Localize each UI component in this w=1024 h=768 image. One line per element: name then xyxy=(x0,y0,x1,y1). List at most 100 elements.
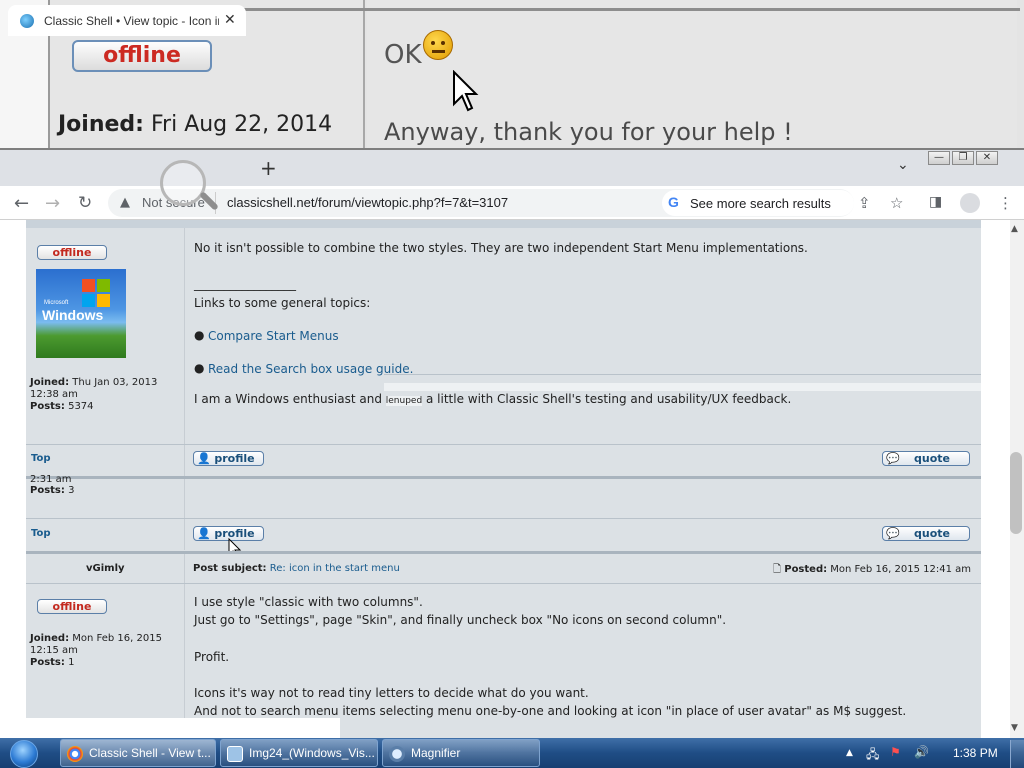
joined-value: Mon Feb 16, 2015 xyxy=(72,633,162,644)
profile-person-icon: 👤 xyxy=(197,452,211,465)
posts-count: 3 xyxy=(68,485,75,496)
post-2 xyxy=(26,479,981,551)
magnified-cursor-icon xyxy=(453,70,479,112)
taskbar-item-image[interactable]: Img24_(Windows_Vis... xyxy=(220,739,378,767)
minimize-button[interactable]: — xyxy=(928,151,950,165)
bullet-icon: ● xyxy=(194,328,205,342)
side-panel-icon[interactable]: ◨ xyxy=(929,194,942,210)
post-line: I use style "classic with two columns". xyxy=(194,595,423,609)
scrollbar-thumb[interactable] xyxy=(1010,452,1022,534)
taskbar-item-label: Classic Shell - View t... xyxy=(89,746,211,760)
offline-badge: offline xyxy=(37,245,107,260)
magnified-joined: Joined: Fri Aug 22, 2014 xyxy=(58,112,332,137)
taskbar-item-label: Magnifier xyxy=(411,746,461,760)
magnified-joined-label: Joined: xyxy=(58,112,144,137)
back-arrow-icon[interactable]: ← xyxy=(14,193,29,214)
post-date: 🗋 Posted: Mon Feb 16, 2015 12:41 am xyxy=(773,562,971,579)
new-tab-button[interactable]: + xyxy=(260,156,277,180)
joined-value: Thu Jan 03, 2013 xyxy=(72,377,158,388)
tab-close-icon[interactable]: ✕ xyxy=(224,11,236,28)
show-desktop-button[interactable] xyxy=(1010,740,1024,768)
magnifier-app-icon xyxy=(389,746,405,762)
network-icon[interactable]: 🖧 xyxy=(866,745,879,766)
posts-label: Posts: xyxy=(30,401,65,412)
post-line: Profit. xyxy=(194,650,230,664)
joined-label: Joined: xyxy=(30,377,70,388)
posts-info: Posts: 3 xyxy=(30,485,74,497)
close-window-button[interactable]: ✕ xyxy=(976,151,998,165)
post-1 xyxy=(26,220,981,478)
top-link[interactable]: Top xyxy=(31,453,51,464)
posts-count: 5374 xyxy=(68,401,94,412)
bookmark-star-icon[interactable]: ☆ xyxy=(890,194,903,212)
chrome-icon xyxy=(67,746,83,762)
post-body-line: No it isn't possible to combine the two … xyxy=(194,241,808,255)
avatar-brand: Microsoft xyxy=(44,300,69,306)
scroll-down-icon[interactable]: ▼ xyxy=(1011,723,1018,733)
magnifier-lens-icon xyxy=(160,160,206,206)
tab-strip xyxy=(0,150,1024,186)
tab-title: Classic Shell • View topic - Icon in the xyxy=(44,14,219,28)
avatar-windows-text: Windows xyxy=(42,307,104,323)
enthusiast-pre: I am a Windows enthusiast and xyxy=(194,392,386,406)
magnified-thanks-text: Anyway, thank you for your help ! xyxy=(384,118,793,146)
tab-search-chevron-icon[interactable]: ⌄ xyxy=(897,157,909,173)
joined-time: 12:15 am xyxy=(30,645,78,656)
warning-triangle-icon[interactable]: ▲ xyxy=(120,195,130,210)
taskbar-item-magnifier[interactable]: Magnifier xyxy=(382,739,540,767)
posted-value: Mon Feb 16, 2015 12:41 am xyxy=(830,564,972,575)
quote-button-label: quote xyxy=(914,452,950,465)
post-page-icon[interactable]: 🗋 xyxy=(773,564,781,575)
post-author[interactable]: vGimly xyxy=(86,563,125,574)
quote-button[interactable]: 💬 quote xyxy=(882,451,970,466)
joined-info: Joined: Mon Feb 16, 2015 12:15 am Posts:… xyxy=(30,633,162,669)
window-controls: — ❐ ✕ xyxy=(928,151,1020,167)
scroll-up-icon[interactable]: ▲ xyxy=(1011,224,1018,234)
magnified-ok-text: OK xyxy=(384,40,422,70)
windows-flag-icon xyxy=(82,279,110,307)
compare-start-menus-link[interactable]: Compare Start Menus xyxy=(208,327,339,345)
subject-link[interactable]: Re: icon in the start menu xyxy=(270,563,400,574)
taskbar-item-chrome[interactable]: Classic Shell - View t... xyxy=(60,739,216,767)
tab-classic-shell[interactable]: Classic Shell • View topic - Icon in the… xyxy=(8,5,246,36)
signature-rule: _________________ xyxy=(194,277,296,291)
post-subject: Post subject: Re: icon in the start menu xyxy=(193,563,400,574)
quote-bubble-icon: 💬 xyxy=(886,527,900,540)
enthusiast-post: a little with Classic Shell's testing an… xyxy=(422,392,792,406)
top-link[interactable]: Top xyxy=(31,528,51,539)
profile-avatar-icon[interactable] xyxy=(960,193,980,213)
google-side-search-chip[interactable]: G See more search results xyxy=(662,190,854,216)
posts-count: 1 xyxy=(68,657,75,668)
google-g-icon: G xyxy=(668,194,679,210)
post-line: Icons it's way not to read tiny letters … xyxy=(194,686,589,700)
google-side-search-label: See more search results xyxy=(690,196,831,211)
url-text[interactable]: classicshell.net/forum/viewtopic.php?f=7… xyxy=(227,195,508,210)
tray-expand-icon[interactable]: ▲ xyxy=(846,748,853,758)
search-guide-link[interactable]: Read the Search box usage guide. xyxy=(208,360,413,378)
restore-button[interactable]: ❐ xyxy=(952,151,974,165)
post-1-top-border xyxy=(26,220,981,228)
classic-shell-favicon-icon xyxy=(20,14,34,28)
start-button[interactable] xyxy=(2,738,48,768)
user-avatar: Microsoft Windows xyxy=(36,269,126,358)
share-icon[interactable]: ⇪ xyxy=(858,194,871,212)
offline-badge: offline xyxy=(37,599,107,614)
window-edge-overlay xyxy=(26,718,340,738)
joined-label: Joined: xyxy=(30,633,70,644)
windows-orb-icon xyxy=(10,740,38,768)
menu-kebab-icon[interactable]: ⋮ xyxy=(998,194,1013,212)
joined-info: Joined: Thu Jan 03, 2013 12:38 am Posts:… xyxy=(30,377,157,413)
action-center-icon[interactable]: ⚑ xyxy=(890,745,901,759)
reload-icon[interactable]: ↻ xyxy=(78,193,92,213)
volume-icon[interactable]: 🔊 xyxy=(914,745,929,759)
sad-smiley-icon xyxy=(423,30,453,60)
forward-arrow-icon[interactable]: → xyxy=(45,193,60,214)
subject-label: Post subject: xyxy=(193,563,267,574)
quote-bubble-icon: 💬 xyxy=(886,452,900,465)
profile-button[interactable]: 👤 profile xyxy=(193,451,264,466)
quote-button-label: quote xyxy=(914,527,950,540)
links-intro: Links to some general topics: xyxy=(194,296,371,310)
bullet-icon: ● xyxy=(194,361,205,375)
quote-button[interactable]: 💬 quote xyxy=(882,526,970,541)
clock[interactable]: 1:38 PM xyxy=(953,746,998,760)
